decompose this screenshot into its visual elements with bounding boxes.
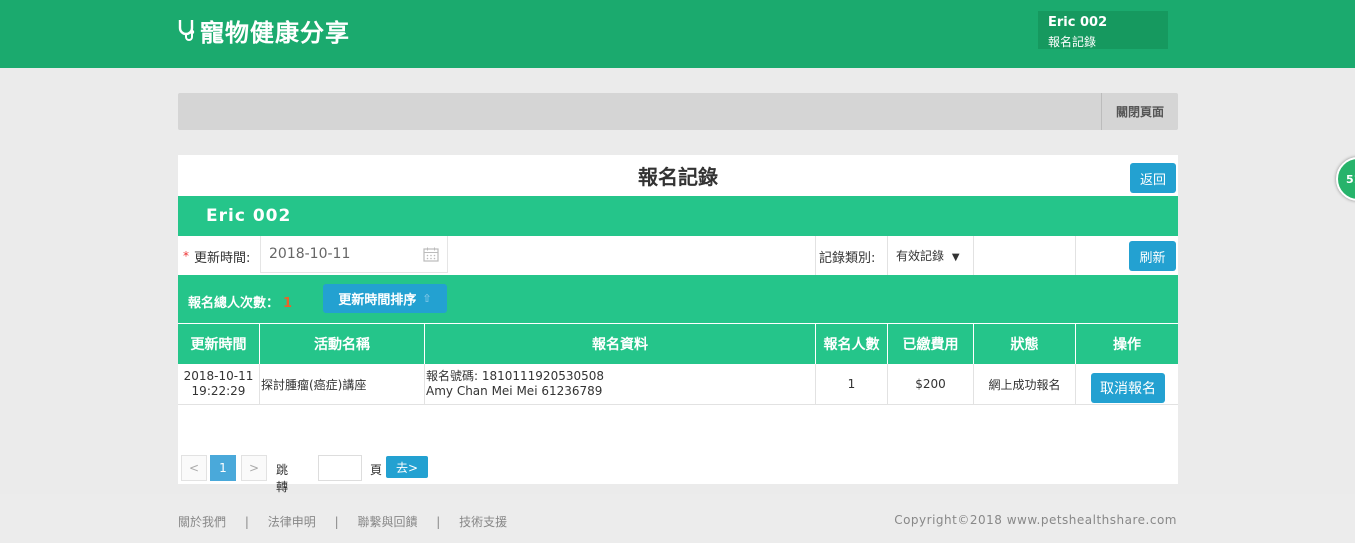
footer-link-support[interactable]: 技術支援 (459, 515, 507, 529)
footer-link-contact[interactable]: 聯繫與回饋 (357, 515, 417, 529)
cancel-registration-button[interactable]: 取消報名 (1091, 373, 1165, 403)
top-header: 寵物健康分享 Eric 002 報名記錄 (0, 0, 1355, 68)
record-type-value: 有效記錄 (896, 249, 945, 263)
summary-band: 報名總人次數： 1 更新時間排序 ⇧ (178, 275, 1178, 323)
cell-status: 網上成功報名 (974, 364, 1076, 404)
table-row: 2018-10-11 19:22:29 探討腫瘤(癌症)講座 報名號碼: 181… (178, 364, 1178, 405)
floating-badge[interactable]: 51 (1336, 157, 1355, 201)
footer-links: 關於我們 | 法律申明 | 聯繫與回饋 | 技術支援 (178, 513, 507, 530)
go-button[interactable]: 去> (386, 456, 428, 478)
footer-separator: | (436, 515, 441, 529)
column-header: 已繳費用 (888, 324, 974, 364)
back-button[interactable]: 返回 (1130, 163, 1176, 193)
column-header: 活動名稱 (260, 324, 425, 364)
member-band: Eric 002 (178, 196, 1178, 236)
user-subtitle: 報名記錄 (1048, 35, 1097, 49)
footer-link-about[interactable]: 關於我們 (178, 515, 226, 529)
jump-page-input[interactable] (318, 455, 362, 481)
divider (973, 236, 974, 275)
footer: 關於我們 | 法律申明 | 聯繫與回饋 | 技術支援 Copyright©201… (0, 494, 1355, 543)
divider (1075, 236, 1076, 275)
date-input[interactable]: 2018-10-11 (260, 236, 448, 273)
next-page-button[interactable]: > (241, 455, 267, 481)
column-header: 更新時間 (178, 324, 260, 364)
cell-activity: 探討腫瘤(癌症)講座 (260, 364, 425, 404)
registration-number: 報名號碼: 1810111920530508 (426, 369, 605, 383)
total-count: 1 (283, 296, 293, 311)
caret-down-icon: ▼ (951, 252, 960, 263)
refresh-button[interactable]: 刷新 (1129, 241, 1176, 271)
user-menu[interactable]: Eric 002 報名記錄 (1038, 11, 1168, 49)
brand-logo[interactable]: 寵物健康分享 (176, 14, 350, 47)
column-header: 報名人數 (816, 324, 888, 364)
page-1-button[interactable]: 1 (210, 455, 236, 481)
brand-name: 寵物健康分享 (200, 18, 350, 47)
column-header: 報名資料 (425, 324, 816, 364)
page-unit-label: 頁 (370, 463, 383, 477)
row-date: 2018-10-11 (183, 369, 254, 383)
footer-separator: | (244, 515, 249, 529)
row-time: 19:22:29 (191, 384, 246, 398)
close-bar: 關閉頁面 (178, 93, 1178, 130)
total-count-text: 報名總人次數： 1 (188, 292, 292, 311)
cell-fee: $200 (888, 364, 974, 404)
prev-page-button[interactable]: < (181, 455, 207, 481)
record-type-label: 記錄類別: (819, 251, 876, 266)
date-label: 更新時間: (194, 251, 251, 266)
close-page-button[interactable]: 關閉頁面 (1101, 93, 1178, 130)
cell-registration-info: 報名號碼: 1810111920530508 Amy Chan Mei Mei … (425, 364, 816, 404)
cell-update-time: 2018-10-11 19:22:29 (178, 364, 260, 404)
registration-panel: 報名記錄 返回 Eric 002 * 更新時間: 2018-10-11 記錄類別… (178, 155, 1178, 511)
page-title: 報名記錄 (638, 165, 718, 189)
table-header: 更新時間 活動名稱 報名資料 報名人數 已繳費用 狀態 操作 (178, 324, 1178, 364)
date-value: 2018-10-11 (269, 246, 351, 262)
footer-link-legal[interactable]: 法律申明 (268, 515, 316, 529)
total-label: 報名總人次數： (188, 296, 280, 311)
cell-count: 1 (816, 364, 888, 404)
filter-row: * 更新時間: 2018-10-11 記錄類別: 有效記錄 ▼ 刷新 (178, 236, 1178, 276)
column-header: 狀態 (974, 324, 1076, 364)
sort-by-update-time-button[interactable]: 更新時間排序 ⇧ (323, 284, 447, 313)
calendar-icon[interactable] (423, 247, 439, 262)
user-name: Eric 002 (1048, 15, 1108, 30)
sort-label: 更新時間排序 (338, 293, 417, 308)
footer-separator: | (334, 515, 339, 529)
stethoscope-icon (178, 20, 195, 41)
record-type-select[interactable]: 有效記錄 ▼ (896, 247, 960, 264)
registrant-details: Amy Chan Mei Mei 61236789 (426, 384, 603, 398)
member-name: Eric 002 (206, 206, 292, 226)
column-header: 操作 (1113, 337, 1141, 353)
divider (815, 236, 816, 275)
required-mark: * (183, 249, 189, 263)
divider (887, 236, 888, 275)
sort-arrow-icon: ⇧ (422, 292, 432, 305)
copyright: Copyright©2018 www.petshealthshare.com (894, 513, 1177, 527)
